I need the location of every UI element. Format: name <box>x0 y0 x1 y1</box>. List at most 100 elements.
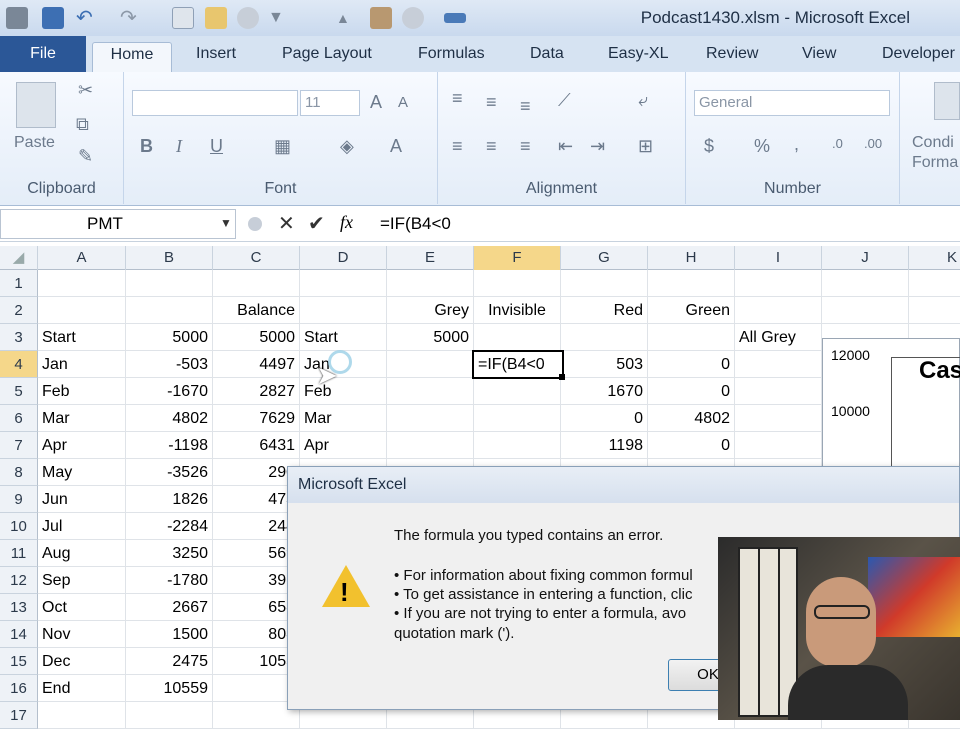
cell-c3[interactable]: 5000 <box>213 324 300 351</box>
cell-g7[interactable]: 1198 <box>561 432 648 459</box>
cell-k1[interactable] <box>909 270 960 297</box>
row-header-12[interactable]: 12 <box>0 567 38 594</box>
cell-h5[interactable]: 0 <box>648 378 735 405</box>
paste-button[interactable]: Paste <box>14 134 55 152</box>
font-size-combo[interactable]: 11 <box>300 90 360 116</box>
column-header-i[interactable]: I <box>735 246 822 270</box>
underline-button[interactable]: U <box>210 136 223 157</box>
circle2-icon[interactable] <box>402 7 424 29</box>
cell-b17[interactable] <box>126 702 213 729</box>
cell-b1[interactable] <box>126 270 213 297</box>
format-label[interactable]: Forma <box>912 154 958 172</box>
bold-button[interactable]: B <box>140 136 153 157</box>
cell-c4[interactable]: 4497 <box>213 351 300 378</box>
cell-g5[interactable]: 1670 <box>561 378 648 405</box>
cell-h7[interactable]: 0 <box>648 432 735 459</box>
formula-input[interactable]: =IF(B4<0 <box>380 214 451 234</box>
active-cell-editor[interactable]: =IF(B4<0 <box>472 350 564 379</box>
person-icon[interactable] <box>370 7 392 29</box>
cell-b3[interactable]: 5000 <box>126 324 213 351</box>
cell-d7[interactable]: Apr <box>300 432 387 459</box>
borders-icon[interactable]: ▦ <box>274 136 291 157</box>
row-header-11[interactable]: 11 <box>0 540 38 567</box>
cell-i2[interactable] <box>735 297 822 324</box>
italic-button[interactable]: I <box>176 136 182 157</box>
row-header-9[interactable]: 9 <box>0 486 38 513</box>
cell-b16[interactable]: 10559 <box>126 675 213 702</box>
cell-d5[interactable]: Feb <box>300 378 387 405</box>
cell-b14[interactable]: 1500 <box>126 621 213 648</box>
row-header-8[interactable]: 8 <box>0 459 38 486</box>
cell-h2[interactable]: Green <box>648 297 735 324</box>
cell-g3[interactable] <box>561 324 648 351</box>
row-header-1[interactable]: 1 <box>0 270 38 297</box>
tab-view[interactable]: View <box>792 42 846 72</box>
comma-button[interactable]: , <box>794 134 799 155</box>
cut-icon[interactable]: ✂ <box>78 80 93 101</box>
circle-icon[interactable] <box>237 7 259 29</box>
cell-a1[interactable] <box>38 270 126 297</box>
chart[interactable]: 12000 10000 Cas <box>822 338 960 469</box>
cell-f2[interactable]: Invisible <box>474 297 561 324</box>
increase-decimal-icon[interactable]: .0 <box>832 136 843 151</box>
cell-c7[interactable]: 6431 <box>213 432 300 459</box>
column-header-c[interactable]: C <box>213 246 300 270</box>
cell-j1[interactable] <box>822 270 909 297</box>
column-header-h[interactable]: H <box>648 246 735 270</box>
shrink-font-icon[interactable]: A <box>398 94 408 111</box>
cell-k2[interactable] <box>909 297 960 324</box>
cell-b5[interactable]: -1670 <box>126 378 213 405</box>
cell-h4[interactable]: 0 <box>648 351 735 378</box>
cell-j2[interactable] <box>822 297 909 324</box>
cell-b15[interactable]: 2475 <box>126 648 213 675</box>
column-header-f[interactable]: F <box>474 246 561 270</box>
row-header-17[interactable]: 17 <box>0 702 38 729</box>
percent-button[interactable]: % <box>754 136 770 157</box>
filter-icon[interactable]: ▼ <box>268 7 290 29</box>
decrease-decimal-icon[interactable]: .00 <box>864 136 882 151</box>
cell-a7[interactable]: Apr <box>38 432 126 459</box>
cell-a9[interactable]: Jun <box>38 486 126 513</box>
tab-formulas[interactable]: Formulas <box>408 42 495 72</box>
decrease-indent-icon[interactable]: ⇤ <box>558 136 573 157</box>
cell-e5[interactable] <box>387 378 474 405</box>
column-header-d[interactable]: D <box>300 246 387 270</box>
tab-insert[interactable]: Insert <box>186 42 246 72</box>
cell-g4[interactable]: 503 <box>561 351 648 378</box>
cell-a8[interactable]: May <box>38 459 126 486</box>
cell-c2[interactable]: Balance <box>213 297 300 324</box>
cell-g2[interactable]: Red <box>561 297 648 324</box>
fill-handle[interactable] <box>559 374 565 380</box>
cell-d2[interactable] <box>300 297 387 324</box>
cell-h1[interactable] <box>648 270 735 297</box>
cell-b11[interactable]: 3250 <box>126 540 213 567</box>
print-preview-icon[interactable] <box>172 7 194 29</box>
orientation-icon[interactable]: ⟋ <box>558 90 571 111</box>
font-name-combo[interactable] <box>132 90 298 116</box>
paste-icon[interactable] <box>16 82 56 128</box>
conditional-formatting-label[interactable]: Condi <box>912 134 954 152</box>
toolbar-icon[interactable] <box>444 13 466 23</box>
cell-g1[interactable] <box>561 270 648 297</box>
increase-indent-icon[interactable]: ⇥ <box>590 136 605 157</box>
form-icon[interactable] <box>205 7 227 29</box>
column-header-a[interactable]: A <box>38 246 126 270</box>
column-header-g[interactable]: G <box>561 246 648 270</box>
row-header-10[interactable]: 10 <box>0 513 38 540</box>
wrap-text-icon[interactable]: ⤶ <box>638 90 648 111</box>
tab-data[interactable]: Data <box>520 42 574 72</box>
cell-a10[interactable]: Jul <box>38 513 126 540</box>
redo-icon[interactable]: ↷ <box>120 7 142 29</box>
cell-a4[interactable]: Jan <box>38 351 126 378</box>
cell-d1[interactable] <box>300 270 387 297</box>
cell-a2[interactable] <box>38 297 126 324</box>
merge-center-icon[interactable]: ⊞ <box>638 136 653 157</box>
tab-easy-xl[interactable]: Easy-XL <box>598 42 678 72</box>
cell-a14[interactable]: Nov <box>38 621 126 648</box>
select-all-corner[interactable]: ◢ <box>0 246 38 270</box>
cell-b2[interactable] <box>126 297 213 324</box>
cell-f1[interactable] <box>474 270 561 297</box>
copy-icon[interactable]: ⧉ <box>76 114 89 135</box>
conditional-formatting-icon[interactable] <box>934 82 960 120</box>
grow-font-icon[interactable]: A <box>370 92 382 113</box>
